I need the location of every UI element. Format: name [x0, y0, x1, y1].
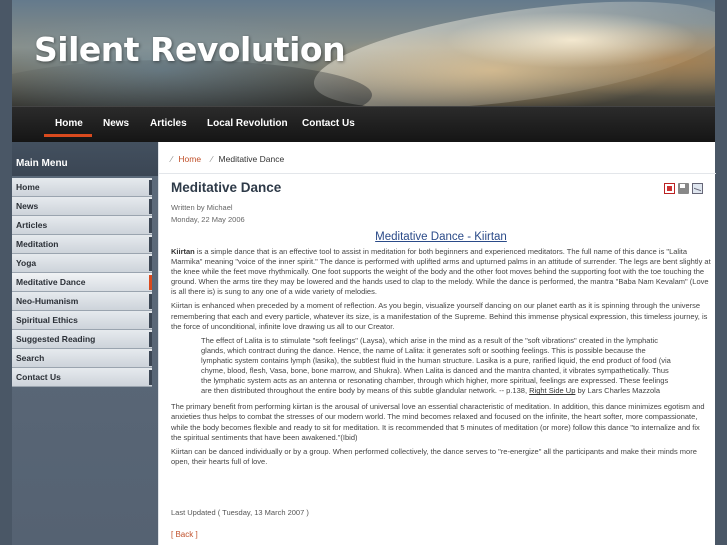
paragraph-text: is a simple dance that is an effective t… — [171, 247, 711, 297]
top-nav: Home News Articles Local Revolution Cont… — [12, 106, 715, 142]
menu-marker — [149, 237, 152, 252]
menu-marker — [149, 351, 152, 366]
divider — [159, 173, 716, 174]
sidebar-item-label: Articles — [16, 220, 48, 230]
paragraph: Kiirtan is a simple dance that is an eff… — [171, 247, 711, 297]
menu-marker — [149, 256, 152, 271]
nav-contact-us[interactable]: Contact Us — [302, 118, 355, 129]
sidebar-item-contact-us[interactable]: Contact Us — [12, 368, 152, 387]
sidebar: Main Menu Home News Articles Meditation … — [12, 142, 158, 545]
article-heading[interactable]: Meditative Dance - Kiirtan — [171, 230, 711, 244]
book-link[interactable]: Right Side Up — [529, 386, 575, 395]
sidebar-item-yoga[interactable]: Yoga — [12, 254, 152, 273]
nav-active-indicator — [44, 134, 92, 137]
article-tools — [661, 183, 703, 202]
article-author: Written by Michael — [171, 203, 233, 212]
sidebar-item-label: Contact Us — [16, 372, 61, 382]
menu-marker — [149, 294, 152, 309]
sidebar-item-articles[interactable]: Articles — [12, 216, 152, 235]
menu-marker — [149, 199, 152, 214]
sidebar-item-search[interactable]: Search — [12, 349, 152, 368]
article-body: Meditative Dance - Kiirtan Kiirtan is a … — [171, 230, 711, 471]
menu-marker-active — [149, 275, 152, 290]
main-menu-title: Main Menu — [12, 142, 158, 176]
sidebar-item-label: Home — [16, 182, 40, 192]
nav-articles[interactable]: Articles — [150, 118, 187, 129]
nav-local-revolution[interactable]: Local Revolution — [207, 118, 288, 129]
sidebar-item-label: Search — [16, 353, 45, 363]
back-link[interactable]: [ Back ] — [171, 530, 198, 539]
main-content: ∕ Home ∕ Meditative Dance Meditative Dance … — [158, 142, 716, 545]
sidebar-item-label: Meditation — [16, 239, 59, 249]
paragraph: Kiirtan is enhanced when preceded by a m… — [171, 301, 708, 331]
nav-news[interactable]: News — [103, 118, 129, 129]
kiirtan-bold: Kiirtan — [171, 247, 195, 256]
sidebar-item-label: Yoga — [16, 258, 37, 268]
nav-home[interactable]: Home — [55, 118, 83, 129]
sidebar-item-label: Suggested Reading — [16, 334, 96, 344]
menu-marker — [149, 332, 152, 347]
article-title: Meditative Dance — [171, 180, 282, 195]
sidebar-item-suggested-reading[interactable]: Suggested Reading — [12, 330, 152, 349]
breadcrumb: ∕ Home ∕ Meditative Dance — [171, 154, 284, 164]
sidebar-item-neo-humanism[interactable]: Neo-Humanism — [12, 292, 152, 311]
sidebar-item-news[interactable]: News — [12, 197, 152, 216]
menu-marker — [149, 218, 152, 233]
paragraph: The primary benefit from performing kiir… — [171, 402, 705, 442]
quote-tail: by Lars Charles Mazzola — [575, 386, 661, 396]
paragraph: Kiirtan can be danced individually or by… — [171, 446, 697, 466]
print-icon[interactable] — [678, 183, 689, 194]
article-date: Monday, 22 May 2006 — [171, 215, 245, 224]
sidebar-item-spiritual-ethics[interactable]: Spiritual Ethics — [12, 311, 152, 330]
pdf-icon[interactable] — [664, 183, 675, 194]
sidebar-item-meditation[interactable]: Meditation — [12, 235, 152, 254]
sidebar-item-label: Spiritual Ethics — [16, 315, 78, 325]
menu-marker — [149, 313, 152, 328]
breadcrumb-arrow-icon: ∕ — [171, 154, 173, 164]
breadcrumb-current: Meditative Dance — [218, 154, 285, 164]
sidebar-item-label: News — [16, 201, 39, 211]
sidebar-item-home[interactable]: Home — [12, 178, 152, 197]
menu-marker — [149, 370, 152, 385]
sidebar-item-meditative-dance[interactable]: Meditative Dance — [12, 273, 152, 292]
menu-marker — [149, 180, 152, 195]
breadcrumb-home-link[interactable]: Home — [178, 154, 201, 164]
sidebar-item-label: Meditative Dance — [16, 277, 86, 287]
blockquote: The effect of Lalita is to stimulate "so… — [201, 336, 679, 397]
email-icon[interactable] — [692, 183, 703, 194]
page-frame: Silent Revolution Home News Articles Loc… — [12, 0, 716, 545]
site-title[interactable]: Silent Revolution — [34, 30, 346, 69]
sidebar-item-label: Neo-Humanism — [16, 296, 79, 306]
last-updated: Last Updated ( Tuesday, 13 March 2007 ) — [171, 508, 309, 517]
header-banner: Silent Revolution — [12, 0, 715, 106]
main-menu: Home News Articles Meditation Yoga Medit… — [12, 178, 152, 387]
breadcrumb-arrow-icon: ∕ — [211, 154, 213, 164]
